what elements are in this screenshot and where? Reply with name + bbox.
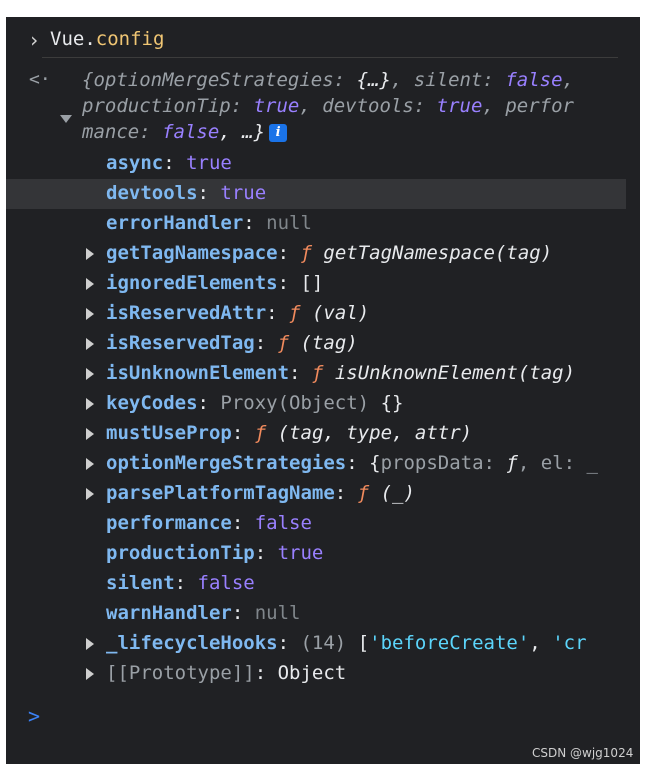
result-summary-line-3[interactable]: mance: false, …} i [82,121,288,143]
property-row[interactable]: silent: false [6,569,626,599]
property-value: ƒ (tag) [277,332,358,354]
property-row[interactable]: parsePlatformTagName: ƒ (_) [6,479,626,509]
expand-triangle-icon[interactable] [86,338,94,350]
result-summary-line-2[interactable]: productionTip: true, devtools: true, per… [82,95,574,117]
info-icon[interactable]: i [269,124,288,142]
property-key: warnHandler [106,602,232,624]
property-row[interactable]: productionTip: true [6,539,626,569]
property-key: _lifecycleHooks [106,632,278,654]
property-key: optionMergeStrategies [106,452,347,474]
property-key: isUnknownElement [106,362,290,384]
property-key: devtools [106,182,198,204]
property-text: productionTip: true [106,542,324,564]
expand-triangle-icon[interactable] [86,428,94,440]
property-value: Proxy(Object) {} [220,392,404,414]
property-text: performance: false [106,512,312,534]
property-value: ƒ (tag, type, attr) [254,422,473,444]
input-prompt-icon: › [28,28,41,52]
console-command-line[interactable]: › Vue.config [6,23,626,59]
property-key: getTagNamespace [106,242,278,264]
property-row[interactable]: optionMergeStrategies: {propsData: ƒ, el… [6,449,626,479]
property-value: true [220,182,267,204]
property-row[interactable]: ignoredElements: [] [6,269,626,299]
property-row[interactable]: mustUseProp: ƒ (tag, type, attr) [6,419,626,449]
new-prompt-icon[interactable]: > [28,704,40,728]
expand-triangle-icon[interactable] [86,278,94,290]
expand-triangle-icon[interactable] [86,368,94,380]
property-key: performance [106,512,232,534]
property-row[interactable]: errorHandler: null [6,209,626,239]
property-value: ƒ isUnknownElement(tag) [311,362,576,384]
property-text: async: true [106,152,232,174]
devtools-console: › Vue.config <· {optionMergeStrategies: … [6,17,640,764]
property-key: isReservedTag [106,332,255,354]
watermark: CSDN @wjg1024 [532,746,634,760]
property-key: async [106,152,164,174]
property-value: true [277,542,324,564]
expand-triangle-icon[interactable] [86,488,94,500]
property-text: [[Prototype]]: Object [106,662,347,684]
property-value: ƒ getTagNamespace(tag) [300,242,553,264]
property-text: warnHandler: null [106,602,301,624]
property-row[interactable]: devtools: true [6,179,626,209]
property-value: false [197,572,255,594]
property-key: silent [106,572,175,594]
property-text: mustUseProp: ƒ (tag, type, attr) [106,422,473,444]
property-value: Object [277,662,347,684]
property-key: keyCodes [106,392,198,414]
property-row[interactable]: performance: false [6,509,626,539]
expand-triangle-icon[interactable] [86,398,94,410]
property-text: silent: false [106,572,255,594]
property-text: getTagNamespace: ƒ getTagNamespace(tag) [106,242,553,264]
property-value: ƒ (val) [289,302,370,324]
property-text: devtools: true [106,182,267,204]
property-value: {propsData: ƒ, el: _ [369,452,598,474]
property-key: ignoredElements [106,272,278,294]
property-text: optionMergeStrategies: {propsData: ƒ, el… [106,452,598,474]
expand-triangle-icon[interactable] [86,308,94,320]
property-text: isReservedAttr: ƒ (val) [106,302,370,324]
property-key: parsePlatformTagName [106,482,335,504]
property-text: ignoredElements: [] [106,272,324,294]
property-key: errorHandler [106,212,244,234]
property-row[interactable]: [[Prototype]]: Object [6,659,626,689]
separator [42,57,618,58]
property-text: keyCodes: Proxy(Object) {} [106,392,404,414]
expand-triangle-icon[interactable] [86,668,94,680]
property-text: isUnknownElement: ƒ isUnknownElement(tag… [106,362,576,384]
expand-triangle-icon[interactable] [86,638,94,650]
property-text: parsePlatformTagName: ƒ (_) [106,482,415,504]
property-value: null [266,212,312,234]
property-value: [] [300,272,324,294]
property-key: isReservedAttr [106,302,267,324]
property-row[interactable]: getTagNamespace: ƒ getTagNamespace(tag) [6,239,626,269]
result-summary-line-1[interactable]: {optionMergeStrategies: {…}, silent: fal… [82,69,574,91]
command-expression[interactable]: Vue.config [50,28,164,50]
property-value: true [186,152,232,174]
expand-triangle-icon[interactable] [86,248,94,260]
property-value: ƒ (_) [357,482,415,504]
property-row[interactable]: warnHandler: null [6,599,626,629]
result-arrow-icon: <· [29,69,51,90]
property-row[interactable]: isReservedTag: ƒ (tag) [6,329,626,359]
property-row[interactable]: async: true [6,149,626,179]
property-text: _lifecycleHooks: (14) ['beforeCreate', '… [106,632,587,654]
property-key: mustUseProp [106,422,232,444]
property-text: errorHandler: null [106,212,312,234]
property-row[interactable]: keyCodes: Proxy(Object) {} [6,389,626,419]
property-row[interactable]: _lifecycleHooks: (14) ['beforeCreate', '… [6,629,626,659]
property-key: [[Prototype]] [106,662,255,684]
expand-triangle-icon[interactable] [60,115,72,123]
property-row[interactable]: isUnknownElement: ƒ isUnknownElement(tag… [6,359,626,389]
expand-triangle-icon[interactable] [86,458,94,470]
property-key: productionTip [106,542,255,564]
property-text: isReservedTag: ƒ (tag) [106,332,358,354]
property-value: false [254,512,312,534]
property-value: null [254,602,301,624]
property-value: (14) ['beforeCreate', 'cr [300,632,587,654]
property-row[interactable]: isReservedAttr: ƒ (val) [6,299,626,329]
